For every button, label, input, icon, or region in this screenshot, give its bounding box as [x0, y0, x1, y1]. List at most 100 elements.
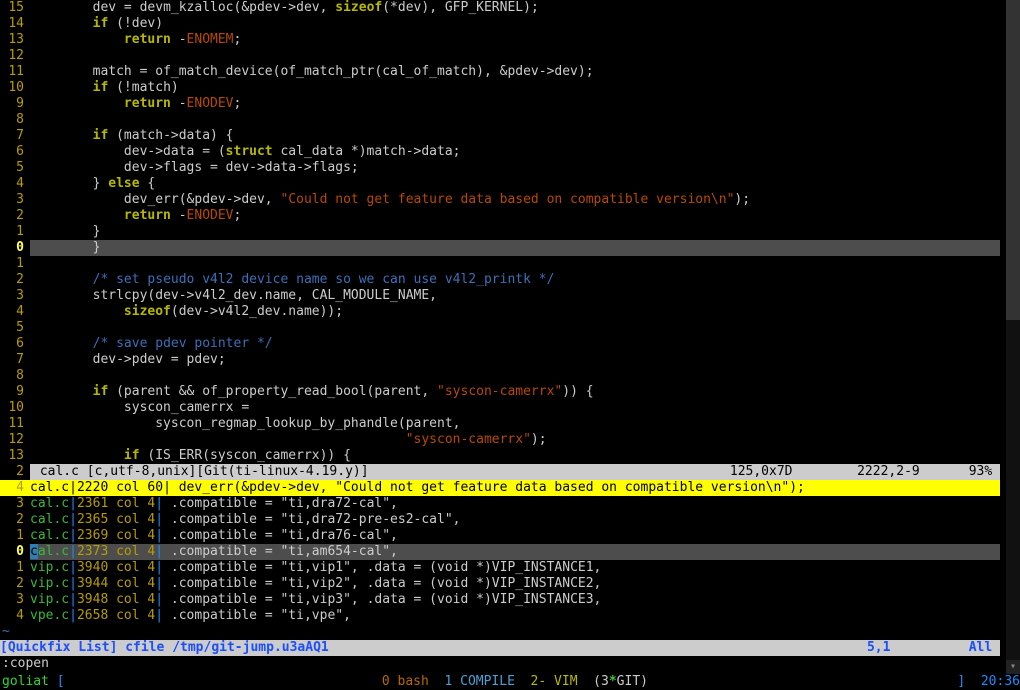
code-text	[30, 112, 1000, 128]
quickfix-item[interactable]: 0cal.c|2373 col 4| .compatible = "ti,am6…	[0, 544, 1000, 560]
code-line[interactable]: 6 dev->data = (struct cal_data *)match->…	[0, 144, 1000, 160]
code-text: dev->flags = dev->data->flags;	[30, 160, 1000, 176]
status-percent: 93%	[967, 464, 1000, 480]
gutter-relnum: 5	[0, 160, 30, 176]
code-line[interactable]: 1	[0, 256, 1000, 272]
gutter-relnum: 1	[0, 528, 30, 544]
gutter-relnum: 11	[0, 64, 30, 80]
code-line[interactable]: 4 sizeof(dev->v4l2_dev.name));	[0, 304, 1000, 320]
code-line[interactable]: 1 }	[0, 224, 1000, 240]
code-line[interactable]: 2 return -ENODEV;	[0, 208, 1000, 224]
gutter-relnum: 11	[0, 416, 30, 432]
gutter-relnum: 8	[0, 368, 30, 384]
code-text	[30, 48, 1000, 64]
gutter-relnum: 4	[0, 304, 30, 320]
code-text: "syscon-camerrx");	[30, 432, 1000, 448]
statusline-main: 2 cal.c [c,utf-8,unix][Git(ti-linux-4.19…	[0, 464, 1000, 480]
code-text: dev = devm_kzalloc(&pdev->dev, sizeof(*d…	[30, 0, 1000, 16]
tmux-hostname: goliat	[0, 674, 49, 690]
gutter-relnum: 4	[0, 480, 30, 496]
gutter-relnum: 1	[0, 560, 30, 576]
quickfix-item[interactable]: 1vip.c|3940 col 4| .compatible = "ti,vip…	[0, 560, 1000, 576]
code-line[interactable]: 7 if (match->data) {	[0, 128, 1000, 144]
code-line[interactable]: 13 return -ENOMEM;	[0, 32, 1000, 48]
code-line[interactable]: 10 if (!match)	[0, 80, 1000, 96]
code-text: }	[30, 224, 1000, 240]
code-text	[30, 368, 1000, 384]
code-line[interactable]: 0 }	[0, 240, 1000, 256]
code-line[interactable]: 13 if (IS_ERR(syscon_camerrx)) {	[0, 448, 1000, 464]
code-line[interactable]: 4 } else {	[0, 176, 1000, 192]
code-text: match = of_match_device(of_match_ptr(cal…	[30, 64, 1000, 80]
code-text: if (match->data) {	[30, 128, 1000, 144]
gutter-relnum: 6	[0, 336, 30, 352]
code-line[interactable]: 5 dev->flags = dev->data->flags;	[0, 160, 1000, 176]
code-line[interactable]: 9 if (parent && of_property_read_bool(pa…	[0, 384, 1000, 400]
gutter-relnum: 0	[0, 240, 30, 256]
code-text: strlcpy(dev->v4l2_dev.name, CAL_MODULE_N…	[30, 288, 1000, 304]
code-text: if (IS_ERR(syscon_camerrx)) {	[30, 448, 1000, 464]
bracket-icon: ]	[950, 674, 966, 690]
code-line[interactable]: 8	[0, 368, 1000, 384]
code-line[interactable]: 3 strlcpy(dev->v4l2_dev.name, CAL_MODULE…	[0, 288, 1000, 304]
code-area[interactable]: 1 5 dev = devm_kzalloc(&pdev->dev, sizeof…	[0, 0, 1000, 672]
code-line[interactable]: 10 syscon_camerrx =	[0, 400, 1000, 416]
gutter-relnum: 13	[0, 32, 30, 48]
tmux-window-2[interactable]: 2- VIM	[515, 674, 578, 690]
code-line[interactable]: 12 "syscon-camerrx");	[0, 432, 1000, 448]
code-line[interactable]: 7 dev->pdev = pdev;	[0, 352, 1000, 368]
statusline-quickfix: [Quickfix List] cfile /tmp/git-jump.u3aA…	[0, 640, 1000, 656]
code-line[interactable]: 11 match = of_match_device(of_match_ptr(…	[0, 64, 1000, 80]
code-text: syscon_camerrx =	[30, 400, 1000, 416]
gutter-relnum: 10	[0, 400, 30, 416]
scrollbar-down-icon[interactable]: ▾	[1006, 660, 1020, 674]
quickfix-item[interactable]: 3vip.c|3948 col 4| .compatible = "ti,vip…	[0, 592, 1000, 608]
quickfix-item[interactable]: 3cal.c|2361 col 4| .compatible = "ti,dra…	[0, 496, 1000, 512]
code-text	[30, 256, 1000, 272]
code-line[interactable]: 5	[0, 320, 1000, 336]
code-line[interactable]: 11 syscon_regmap_lookup_by_phandle(paren…	[0, 416, 1000, 432]
code-line[interactable]: 12	[0, 48, 1000, 64]
qf-cfile: cfile /tmp/git-jump.u3aAQ1	[125, 640, 329, 656]
code-line[interactable]: 3 dev_err(&pdev->dev, "Could not get fea…	[0, 192, 1000, 208]
code-line[interactable]: 2 /* set pseudo v4l2 device name so we c…	[0, 272, 1000, 288]
quickfix-item[interactable]: 2vip.c|3944 col 4| .compatible = "ti,vip…	[0, 576, 1000, 592]
status-filename: cal.c [c,utf-8,unix][Git(ti-linux-4.19.y…	[30, 464, 369, 480]
code-text: syscon_regmap_lookup_by_phandle(parent,	[30, 416, 1000, 432]
gutter-relnum: 2	[0, 464, 30, 480]
tmux-window-0[interactable]: 0 bash	[366, 674, 429, 690]
scrollbar[interactable]: ▾	[1002, 0, 1020, 674]
gutter-relnum: 1	[0, 256, 30, 272]
gutter-relnum: 2	[0, 272, 30, 288]
gutter-relnum: 4	[0, 176, 30, 192]
code-text: dev->pdev = pdev;	[30, 352, 1000, 368]
gutter-relnum: 0	[0, 544, 30, 560]
quickfix-item[interactable]: 1cal.c|2369 col 4| .compatible = "ti,dra…	[0, 528, 1000, 544]
code-line[interactable]: 9 return -ENODEV;	[0, 96, 1000, 112]
gutter-relnum: 3	[0, 496, 30, 512]
code-line[interactable]: 15 dev = devm_kzalloc(&pdev->dev, sizeof…	[0, 0, 1000, 16]
tmux-window-1[interactable]: 1 COMPILE	[429, 674, 515, 690]
code-text: return -ENODEV;	[30, 208, 1000, 224]
tmux-window-3-active[interactable]: (3*GIT)	[578, 674, 648, 690]
code-text: dev->data = (struct cal_data *)match->da…	[30, 144, 1000, 160]
gutter-relnum: 14	[0, 16, 30, 32]
code-line[interactable]: 8	[0, 112, 1000, 128]
code-line[interactable]: 6 /* save pdev pointer */	[0, 336, 1000, 352]
tmux-clock: 20:36	[965, 674, 1020, 690]
status-charcode: 125,0x7D	[728, 464, 855, 480]
quickfix-item[interactable]: 4cal.c|2220 col 60| dev_err(&pdev->dev, …	[0, 480, 1000, 496]
scrollbar-thumb[interactable]	[1006, 0, 1020, 320]
code-text: /* set pseudo v4l2 device name so we can…	[30, 272, 1000, 288]
code-text: }	[30, 240, 1000, 256]
quickfix-item[interactable]: 4vpe.c|2658 col 4| .compatible = "ti,vpe…	[0, 608, 1000, 624]
terminal[interactable]: 1 5 dev = devm_kzalloc(&pdev->dev, sizeof…	[0, 0, 1020, 690]
gutter-relnum: 2	[0, 576, 30, 592]
code-line[interactable]: 14 if (!dev)	[0, 16, 1000, 32]
quickfix-item[interactable]: 2cal.c|2365 col 4| .compatible = "ti,dra…	[0, 512, 1000, 528]
code-text: if (parent && of_property_read_bool(pare…	[30, 384, 1000, 400]
command-line[interactable]: :copen	[0, 656, 1000, 672]
gutter-relnum: 6	[0, 144, 30, 160]
code-text: /* save pdev pointer */	[30, 336, 1000, 352]
qf-position: 5,1	[867, 640, 969, 656]
